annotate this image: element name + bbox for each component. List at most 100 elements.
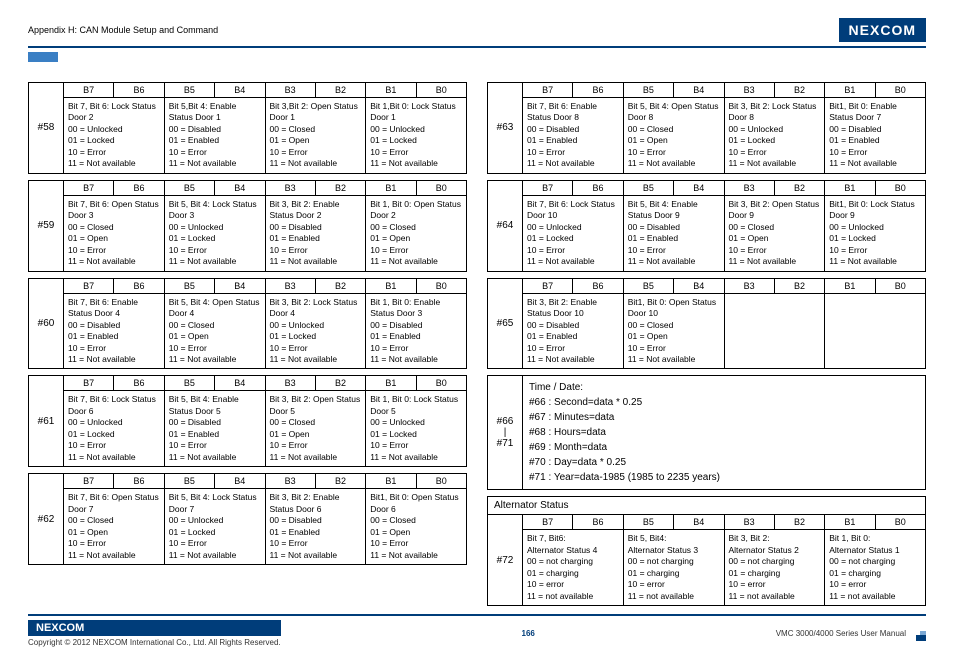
register-block: #72B7B6B5B4B3B2B1B0Bit 7, Bit6:Alternato… [487,514,926,606]
bit-description-cell: Bit 3, Bit 2: Open Status Door 500 = Clo… [266,391,367,466]
bit-label: B3 [725,515,775,529]
register-id: #72 [488,515,523,605]
bit-header-row: B7B6B5B4B3B2B1B0 [523,279,925,294]
bit-description-cell: Bit1, Bit 0: Enable Status Door 700 = Di… [825,98,925,173]
bit-description-cell: Bit 5, Bit 4: Enable Status Door 900 = D… [624,196,725,271]
bit-description-cell: Bit 3, Bit 2: Lock Status Door 400 = Unl… [266,294,367,369]
bit-description-cell: Bit 1, Bit 0: Enable Status Door 300 = D… [366,294,466,369]
bit-label: B0 [876,181,925,195]
bit-label: B6 [114,376,164,390]
register-id: #64 [488,181,523,271]
bit-label: B4 [674,181,724,195]
register-id: #63 [488,83,523,173]
corner-decoration [912,627,926,641]
bit-label: B2 [775,181,825,195]
bit-description-cell: Bit 3, Bit 2: Enable Status Door 600 = D… [266,489,367,564]
bit-label: B2 [316,181,366,195]
bit-label: B0 [876,515,925,529]
bit-label: B1 [366,279,416,293]
register-block: #63B7B6B5B4B3B2B1B0Bit 7, Bit 6: Enable … [487,82,926,174]
bit-description-cell [825,294,925,369]
bit-header-row: B7B6B5B4B3B2B1B0 [64,83,466,98]
header-title: Appendix H: CAN Module Setup and Command [28,25,218,35]
bit-header-row: B7B6B5B4B3B2B1B0 [64,376,466,391]
register-id: #62 [29,474,64,564]
bit-label: B6 [573,181,623,195]
bit-label: B7 [64,474,114,488]
bit-description-cell: Bit 7, Bit 6: Open Status Door 300 = Clo… [64,196,165,271]
bit-label: B5 [624,279,674,293]
timedate-block: #66 | #71Time / Date:#66 : Second=data *… [487,375,926,490]
bit-label: B7 [523,181,573,195]
alternator-title: Alternator Status [487,496,926,514]
bit-description-cell: Bit1, Bit 0: Open Status Door 1000 = Clo… [624,294,725,369]
bit-label: B1 [825,181,875,195]
bit-description-cell: Bit 3, Bit 2: Open Status Door 900 = Clo… [725,196,826,271]
bit-label: B3 [266,83,316,97]
copyright-text: Copyright © 2012 NEXCOM International Co… [28,638,281,647]
register-id: #66 | #71 [488,376,523,489]
bit-description-cell: Bit 7, Bit 6: Lock Status Door 1000 = Un… [523,196,624,271]
bit-label: B4 [215,83,265,97]
register-block: #60B7B6B5B4B3B2B1B0Bit 7, Bit 6: Enable … [28,278,467,370]
bit-label: B6 [114,279,164,293]
bit-description-cell: Bit 1,Bit 0: Lock Status Door 100 = Unlo… [366,98,466,173]
page-footer: NEXCOM Copyright © 2012 NEXCOM Internati… [28,614,926,647]
bit-label: B4 [215,376,265,390]
bit-description-cell: Bit 3,Bit 2: Open Status Door 100 = Clos… [266,98,367,173]
register-block: #62B7B6B5B4B3B2B1B0Bit 7, Bit 6: Open St… [28,473,467,565]
bit-label: B5 [165,83,215,97]
bit-label: B2 [316,83,366,97]
page-number: 166 [522,629,535,638]
bit-label: B3 [266,181,316,195]
bit-description-cell: Bit 1, Bit 0: Open Status Door 200 = Clo… [366,196,466,271]
bit-header-row: B7B6B5B4B3B2B1B0 [523,83,925,98]
left-column: #58B7B6B5B4B3B2B1B0Bit 7, Bit 6: Lock St… [28,82,467,606]
bit-description-cell: Bit 5, Bit 4: Lock Status Door 700 = Unl… [165,489,266,564]
bit-label: B4 [674,279,724,293]
bit-label: B0 [417,474,466,488]
bit-label: B6 [114,181,164,195]
bit-description-cell: Bit 3, Bit 2: Enable Status Door 1000 = … [523,294,624,369]
bit-description-cell: Bit 1, Bit 0: Lock Status Door 500 = Unl… [366,391,466,466]
bit-label: B2 [316,279,366,293]
bit-description-cell: Bit 5, Bit 4: Enable Status Door 500 = D… [165,391,266,466]
bit-description-cell: Bit 7, Bit 6: Enable Status Door 800 = D… [523,98,624,173]
bit-description-cell: Bit 3, Bit 2: Enable Status Door 200 = D… [266,196,367,271]
bit-label: B6 [573,515,623,529]
bit-label: B1 [366,376,416,390]
bit-label: B3 [725,181,775,195]
bit-label: B2 [316,474,366,488]
register-id: #60 [29,279,64,369]
bit-label: B4 [215,181,265,195]
bit-description-cell: Bit1, Bit 0: Open Status Door 600 = Clos… [366,489,466,564]
bit-label: B4 [674,515,724,529]
bit-label: B7 [64,83,114,97]
bit-label: B3 [266,376,316,390]
footer-logo: NEXCOM [28,620,281,636]
bit-label: B0 [417,376,466,390]
bit-label: B5 [165,376,215,390]
bit-description-cell: Bit 7, Bit 6: Lock Status Door 200 = Unl… [64,98,165,173]
bit-description-cell: Bit 5, Bit4:Alternator Status 300 = not … [624,530,725,605]
bit-label: B3 [266,279,316,293]
bit-label: B7 [523,83,573,97]
bit-description-cell: Bit1, Bit 0: Lock Status Door 900 = Unlo… [825,196,925,271]
bit-description-cell: Bit 7, Bit 6: Enable Status Door 400 = D… [64,294,165,369]
content-area: #58B7B6B5B4B3B2B1B0Bit 7, Bit 6: Lock St… [28,82,926,606]
bit-label: B6 [573,279,623,293]
bit-description-cell: Bit 5,Bit 4: Enable Status Door 100 = Di… [165,98,266,173]
blue-tab-decoration [28,52,58,62]
bit-label: B0 [876,279,925,293]
bit-label: B7 [64,279,114,293]
bit-description-cell [725,294,826,369]
bit-label: B1 [825,279,875,293]
register-id: #65 [488,279,523,369]
bit-label: B1 [825,83,875,97]
bit-label: B5 [165,474,215,488]
register-id: #58 [29,83,64,173]
bit-label: B5 [165,181,215,195]
bit-label: B7 [523,515,573,529]
bit-label: B3 [266,474,316,488]
bit-label: B7 [64,376,114,390]
